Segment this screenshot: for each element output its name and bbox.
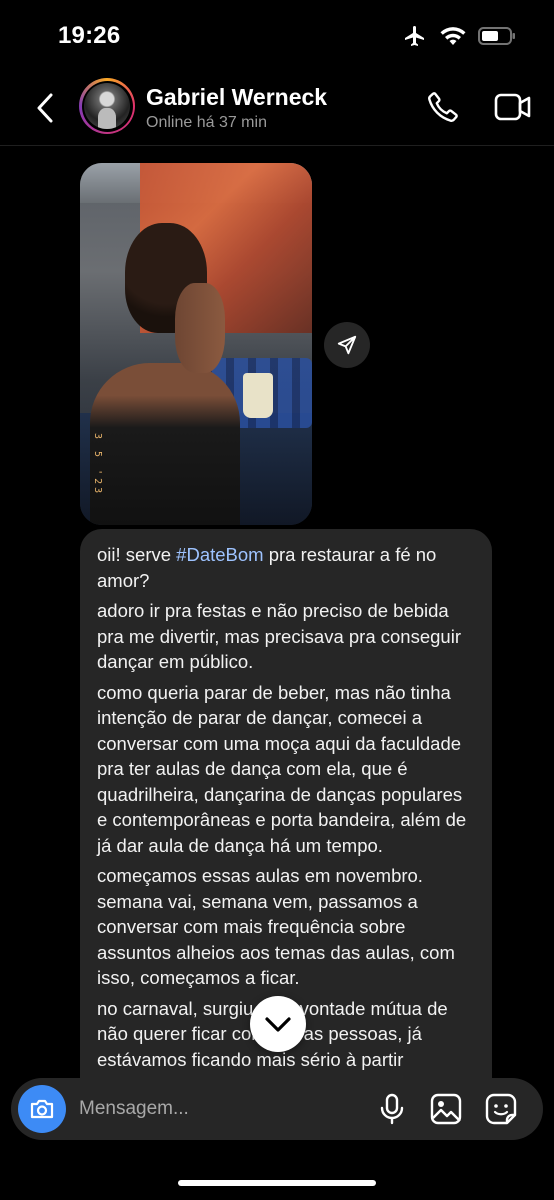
voice-message-button[interactable] bbox=[379, 1093, 405, 1130]
gallery-button[interactable] bbox=[430, 1093, 462, 1130]
status-icons bbox=[402, 24, 516, 48]
status-time: 19:26 bbox=[58, 22, 121, 49]
message-paragraph: oii! serve #DateBom pra restaurar a fé n… bbox=[97, 542, 474, 593]
message-paragraph: adoro ir pra festas e não preciso de beb… bbox=[97, 600, 461, 672]
photo-person-face bbox=[175, 283, 225, 373]
back-chevron-icon bbox=[37, 93, 53, 123]
message-text: oii! serve bbox=[97, 544, 177, 565]
back-button[interactable] bbox=[30, 88, 60, 128]
camera-icon bbox=[30, 1099, 54, 1119]
message-paragraph: como queria parar de beber, mas não tinh… bbox=[97, 681, 467, 856]
contact-status: Online há 37 min bbox=[146, 114, 267, 131]
image-gallery-icon bbox=[430, 1093, 462, 1125]
chat-header: Gabriel Werneck Online há 37 min bbox=[0, 72, 554, 146]
video-call-button[interactable] bbox=[494, 92, 532, 127]
paper-plane-icon bbox=[337, 335, 357, 355]
sticker-button[interactable] bbox=[485, 1093, 517, 1130]
chevron-down-icon bbox=[265, 1017, 291, 1032]
photo-date-stamp: 3 5 '23 bbox=[92, 433, 103, 497]
message-composer bbox=[11, 1078, 543, 1140]
microphone-icon bbox=[380, 1093, 404, 1125]
hashtag-link[interactable]: #DateBom bbox=[176, 544, 263, 565]
home-indicator[interactable] bbox=[178, 1180, 376, 1186]
contact-name[interactable]: Gabriel Werneck bbox=[146, 84, 327, 111]
avatar-photo bbox=[84, 83, 130, 129]
status-bar: 19:26 bbox=[0, 0, 554, 72]
sticker-icon bbox=[485, 1093, 517, 1125]
message-paragraph: começamos essas aulas em novembro. seman… bbox=[97, 865, 455, 988]
photo-message[interactable]: 3 5 '23 bbox=[80, 163, 312, 525]
video-camera-icon bbox=[494, 93, 531, 121]
message-input[interactable] bbox=[79, 1088, 359, 1130]
camera-button[interactable] bbox=[18, 1085, 66, 1133]
voice-call-button[interactable] bbox=[426, 90, 460, 129]
scroll-to-bottom-button[interactable] bbox=[250, 996, 306, 1052]
photo-cup bbox=[243, 373, 273, 418]
airplane-icon bbox=[402, 24, 428, 48]
photo-person-body bbox=[90, 363, 240, 525]
avatar[interactable] bbox=[79, 78, 135, 134]
share-button[interactable] bbox=[324, 322, 370, 368]
wifi-icon bbox=[440, 26, 466, 46]
phone-icon bbox=[428, 92, 458, 122]
battery-icon bbox=[478, 26, 516, 46]
